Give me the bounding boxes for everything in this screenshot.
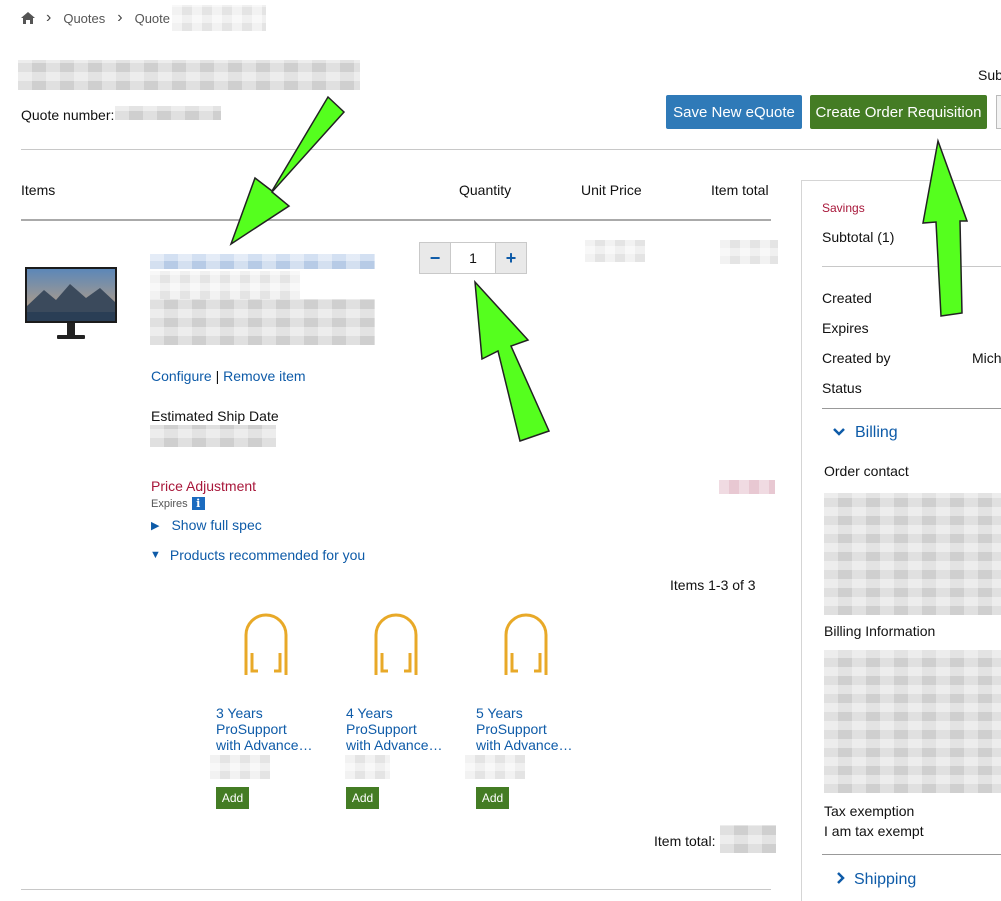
product-title-link[interactable]: 4 Years ProSupport with Advance… [346,705,446,753]
billing-accordion[interactable]: Billing [833,424,898,442]
estimated-ship-date-label: Estimated Ship Date [151,408,279,424]
redacted-quote-name [172,5,266,31]
product-price-redacted [465,755,525,779]
product-price-redacted [210,755,270,779]
billing-information-redacted [824,650,1001,793]
save-new-equote-button[interactable]: Save New eQuote [666,95,802,129]
recommended-products-label: Products recommended for you [169,547,366,563]
shipping-label: Shipping [854,871,917,888]
header-item-total: Item total [711,182,769,198]
breadcrumb-quotes[interactable]: Quotes [63,11,105,26]
order-contact-redacted [824,493,1001,615]
quantity-stepper: − 1 + [419,242,527,274]
shipping-accordion[interactable]: Shipping [836,871,916,889]
item-total-value-redacted [720,825,776,853]
divider-header [21,219,771,221]
add-product-button[interactable]: Add [346,787,379,809]
caret-down-icon: ▼ [150,549,161,561]
product-title-link[interactable]: 5 Years ProSupport with Advance… [476,705,576,753]
add-product-button[interactable]: Add [476,787,509,809]
created-label: Created [822,290,872,306]
monitor-icon [24,266,118,342]
info-icon[interactable]: i [191,497,205,510]
expires-label: Expires [822,320,869,336]
more-button[interactable] [996,95,1001,129]
actions-separator: | [215,368,220,384]
item-actions: Configure | Remove item [151,368,306,384]
chevron-right-icon: › [117,9,123,26]
billing-information-label: Billing Information [824,623,936,639]
status-label: Status [822,380,862,396]
created-by-value: Mich [972,350,1001,366]
quote-number-label: Quote number: [21,107,115,123]
breadcrumb: › Quotes › Quote [20,5,266,31]
header-items: Items [21,182,56,198]
item-desc-redacted-1 [150,271,300,299]
add-product-button[interactable]: Add [216,787,249,809]
recommendation-card: 3 Years ProSupport with Advance… Add [210,605,320,815]
recommendation-card: 5 Years ProSupport with Advance… Add [465,605,580,815]
caret-right-icon: ▶ [151,519,160,532]
recommendation-card: 4 Years ProSupport with Advance… Add [340,605,450,815]
quote-number-redacted [115,106,221,120]
create-order-requisition-button[interactable]: Create Order Requisition [810,95,987,129]
order-contact-label: Order contact [824,463,909,479]
recommended-products-toggle[interactable]: ▼ Products recommended for you [150,547,365,563]
item-total-label: Item total: [654,833,716,849]
header-unit-price: Unit Price [581,182,642,198]
price-adjustment-redacted [719,480,775,494]
quantity-decrease-button[interactable]: − [419,242,451,274]
chevron-right-icon: › [46,9,52,26]
divider-bottom [21,889,771,890]
product-title-link[interactable]: 3 Years ProSupport with Advance… [216,705,316,753]
summary-divider-3 [822,854,1001,855]
price-adjustment-expires: Expires i [151,497,205,510]
expires-label: Expires [151,497,188,510]
quantity-input[interactable]: 1 [451,242,495,274]
tax-exemption-value: I am tax exempt [824,823,924,839]
price-adjustment-label: Price Adjustment [151,478,257,494]
unit-price-redacted [585,240,645,262]
product-price-redacted [345,755,390,779]
support-headset-icon [373,605,419,684]
savings-label: Savings [822,201,865,215]
home-icon[interactable] [20,11,36,25]
support-headset-icon [503,605,549,684]
subtotal-header: Sub [978,67,1001,83]
ship-date-redacted [150,425,276,447]
show-full-spec-toggle[interactable]: ▶ Show full spec [151,517,262,533]
breadcrumb-quote[interactable]: Quote [135,11,170,26]
divider-top [21,149,1001,150]
quote-title-redacted [18,60,360,90]
header-quantity: Quantity [459,182,512,198]
subtotal-label: Subtotal (1) [822,229,895,245]
support-headset-icon [243,605,289,684]
chevron-right-icon [836,871,845,889]
show-full-spec-label: Show full spec [171,517,262,533]
created-by-label: Created by [822,350,891,366]
summary-divider-2 [822,408,1001,409]
tax-exemption-label: Tax exemption [824,803,915,819]
summary-divider-1 [822,266,1001,267]
item-desc-redacted-2 [150,299,375,345]
quantity-increase-button[interactable]: + [495,242,527,274]
remove-item-link[interactable]: Remove item [223,368,305,384]
recommendations-count: Items 1-3 of 3 [670,577,756,593]
configure-link[interactable]: Configure [151,368,212,384]
item-total-redacted [720,240,778,264]
item-title-link-redacted[interactable] [150,254,375,269]
billing-label: Billing [855,424,898,441]
chevron-down-icon [833,424,845,442]
